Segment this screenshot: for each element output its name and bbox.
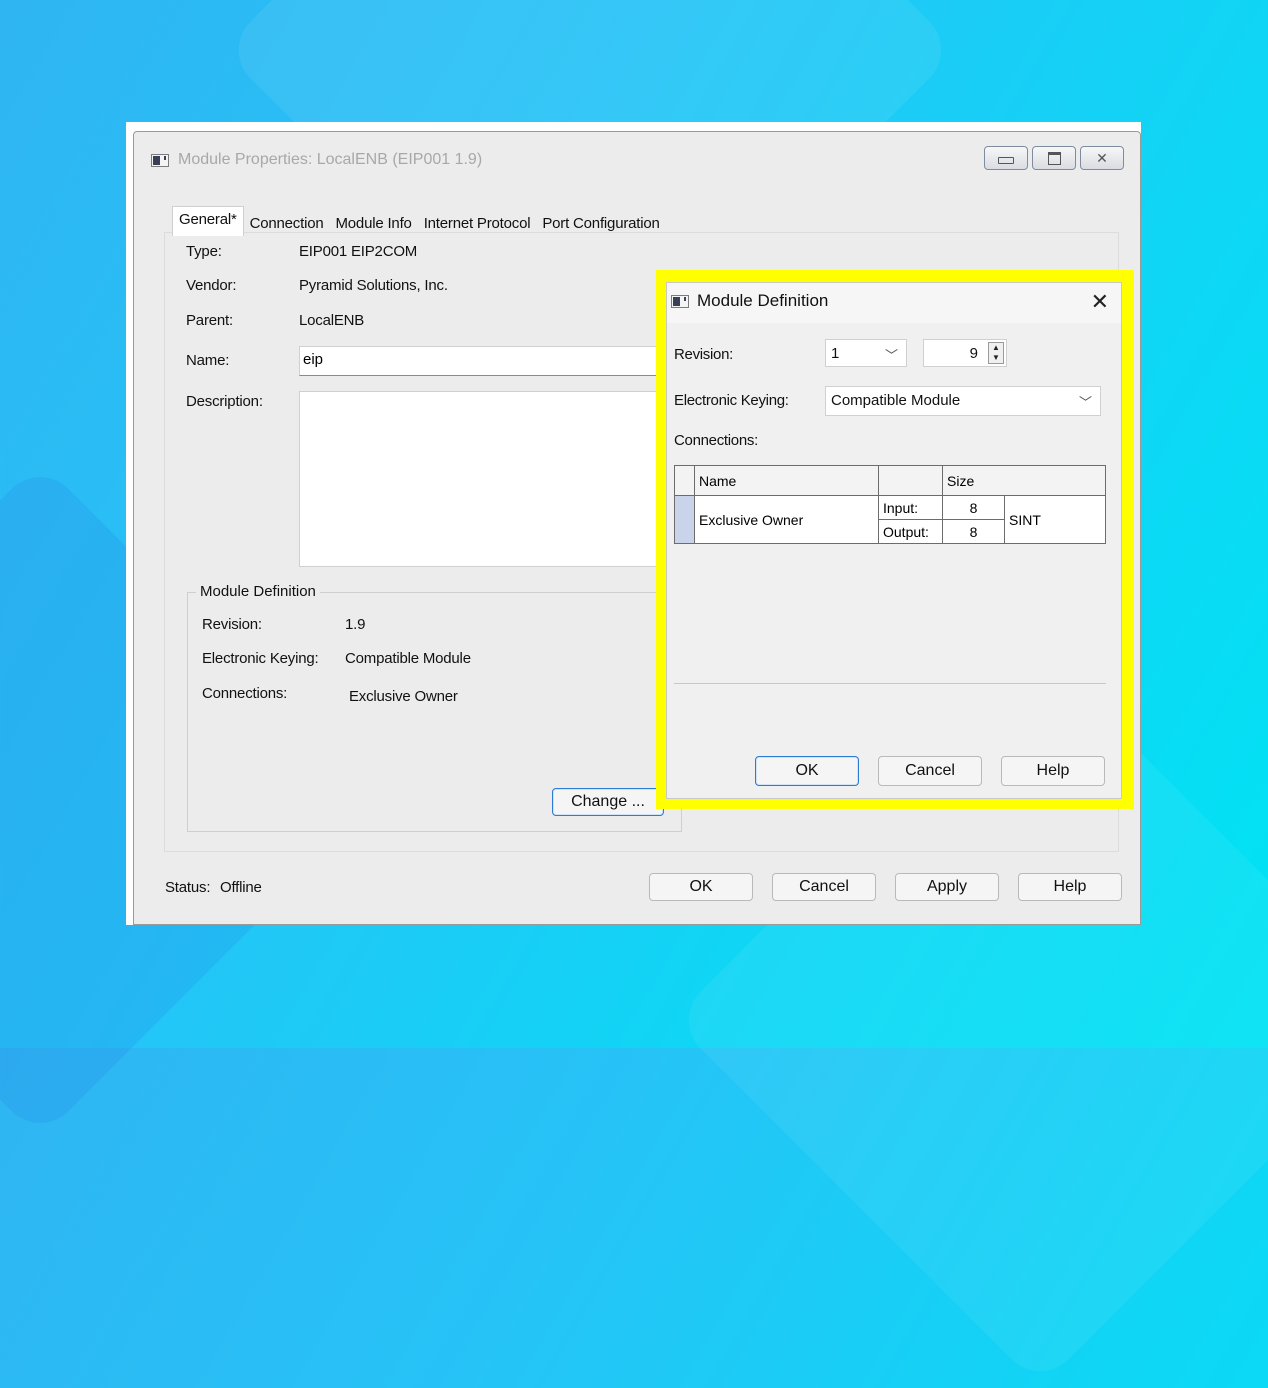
- title-bar[interactable]: Module Properties: LocalENB (EIP001 1.9)…: [134, 132, 1140, 174]
- description-textarea[interactable]: [299, 391, 699, 567]
- close-button[interactable]: ✕: [1080, 146, 1124, 170]
- parent-label: Parent:: [186, 312, 233, 329]
- tab-port-configuration[interactable]: Port Configuration: [536, 210, 665, 236]
- output-label-cell: Output:: [878, 519, 943, 544]
- revision-minor-value: 9: [969, 345, 978, 362]
- column-header-name: Name: [694, 465, 879, 496]
- module-definition-group-title: Module Definition: [196, 583, 320, 600]
- name-label: Name:: [186, 352, 230, 369]
- cancel-button[interactable]: Cancel: [772, 873, 876, 901]
- app-icon: [151, 154, 169, 167]
- electronic-keying-select-value: Compatible Module: [831, 392, 961, 409]
- tab-connection[interactable]: Connection: [244, 210, 330, 236]
- vendor-label: Vendor:: [186, 277, 237, 294]
- column-header-blank: [878, 465, 943, 496]
- input-label-cell: Input:: [878, 495, 943, 520]
- connection-name-cell[interactable]: Exclusive Owner: [694, 495, 879, 544]
- dialog-app-icon: [671, 295, 689, 308]
- status-value: Offline: [220, 879, 262, 896]
- dialog-help-button[interactable]: Help: [1001, 756, 1105, 786]
- dialog-separator: [674, 683, 1106, 684]
- revision-major-select[interactable]: 1 ﹀: [825, 339, 907, 367]
- description-label: Description:: [186, 393, 263, 410]
- apply-button[interactable]: Apply: [895, 873, 999, 901]
- dialog-title-bar[interactable]: Module Definition ✕: [667, 283, 1121, 323]
- maximize-icon: [1047, 151, 1061, 165]
- connections-label: Connections:: [202, 685, 288, 702]
- tab-internet-protocol[interactable]: Internet Protocol: [418, 210, 537, 236]
- help-button[interactable]: Help: [1018, 873, 1122, 901]
- data-type-cell[interactable]: SINT: [1004, 495, 1106, 544]
- dialog-revision-label: Revision:: [674, 346, 733, 363]
- change-button[interactable]: Change ...: [552, 788, 664, 816]
- dialog-connections-label: Connections:: [674, 432, 758, 449]
- electronic-keying-value: Compatible Module: [345, 650, 471, 667]
- revision-value: 1.9: [345, 616, 366, 633]
- tab-general[interactable]: General*: [172, 206, 244, 236]
- revision-label: Revision:: [202, 616, 262, 633]
- revision-minor-spinner[interactable]: 9 ▲ ▼: [923, 339, 1007, 367]
- maximize-button[interactable]: [1032, 146, 1076, 170]
- minimize-icon: [998, 156, 1014, 164]
- connections-table: Name Size Exclusive Owner Input: 8 SINT …: [674, 465, 1106, 544]
- output-size-cell[interactable]: 8: [942, 519, 1005, 544]
- input-size-cell[interactable]: 8: [942, 495, 1005, 520]
- name-input[interactable]: eip: [299, 346, 699, 376]
- revision-major-value: 1: [831, 345, 840, 362]
- electronic-keying-select[interactable]: Compatible Module ﹀: [825, 386, 1101, 416]
- status-label: Status:: [165, 879, 211, 896]
- type-value: EIP001 EIP2COM: [299, 243, 418, 260]
- dialog-ok-button[interactable]: OK: [755, 756, 859, 786]
- chevron-down-icon: ﹀: [884, 348, 898, 363]
- tab-module-info[interactable]: Module Info: [330, 210, 418, 236]
- vendor-value: Pyramid Solutions, Inc.: [299, 277, 448, 294]
- column-header-size: Size: [942, 465, 1106, 496]
- minimize-button[interactable]: [984, 146, 1028, 170]
- connections-value: Exclusive Owner: [349, 688, 458, 705]
- dialog-close-icon[interactable]: ✕: [1091, 289, 1109, 315]
- electronic-keying-label: Electronic Keying:: [202, 650, 319, 667]
- dialog-keying-label: Electronic Keying:: [674, 392, 789, 409]
- chevron-down-icon: ﹀: [1078, 395, 1092, 410]
- tab-strip: General* Connection Module Info Internet…: [172, 206, 666, 236]
- module-definition-dialog: Module Definition ✕ Revision: 1 ﹀ 9 ▲ ▼ E…: [666, 282, 1122, 799]
- close-icon: ✕: [1096, 149, 1108, 166]
- window-title: Module Properties: LocalENB (EIP001 1.9): [178, 151, 483, 168]
- row-selector[interactable]: [674, 495, 695, 544]
- type-label: Type:: [186, 243, 222, 260]
- ok-button[interactable]: OK: [649, 873, 753, 901]
- parent-value: LocalENB: [299, 312, 365, 329]
- spinner-arrows-icon[interactable]: ▲ ▼: [988, 342, 1004, 364]
- dialog-cancel-button[interactable]: Cancel: [878, 756, 982, 786]
- table-corner: [674, 465, 695, 496]
- dialog-title: Module Definition: [697, 291, 829, 310]
